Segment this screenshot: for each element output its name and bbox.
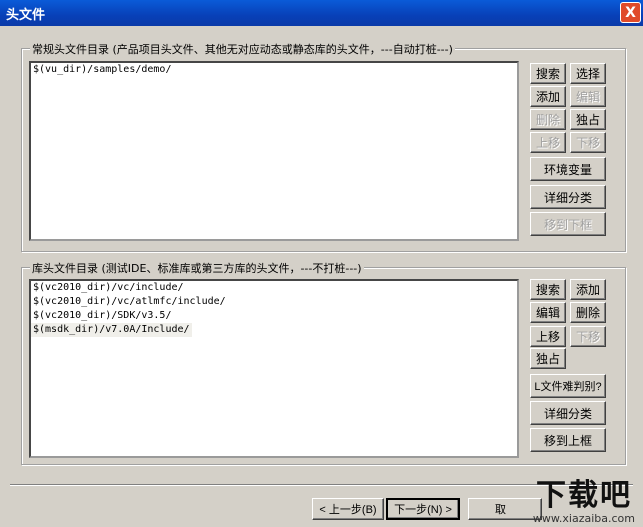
lib-edit-button[interactable]: 编辑 <box>530 302 566 323</box>
list-item[interactable]: $(vc2010_dir)/SDK/v3.5/ <box>31 309 517 323</box>
title-bar: 头文件 X <box>0 0 643 26</box>
edit-button[interactable]: 编辑 <box>570 86 606 107</box>
cancel-button[interactable]: 取 <box>468 498 542 520</box>
exclusive-button[interactable]: 独占 <box>570 109 606 130</box>
common-header-group-label: 常规头文件目录 (产品项目头文件、其他无对应动态或静态库的头文件，---自动打桩… <box>30 41 455 57</box>
move-down-button[interactable]: 下移 <box>570 132 606 153</box>
list-item[interactable]: $(vc2010_dir)/vc/include/ <box>31 281 517 295</box>
watermark: 下载吧 www.xiazaiba.com <box>532 478 635 526</box>
lib-add-button[interactable]: 添加 <box>570 279 606 300</box>
window-title: 头文件 <box>6 8 46 23</box>
lib-detail-class-button[interactable]: 详细分类 <box>530 401 606 425</box>
search-button[interactable]: 搜索 <box>530 63 566 84</box>
lib-search-button[interactable]: 搜索 <box>530 279 566 300</box>
move-to-lower-button[interactable]: 移到下框 <box>530 212 606 236</box>
move-up-button[interactable]: 上移 <box>530 132 566 153</box>
list-item[interactable]: $(vc2010_dir)/vc/atlmfc/include/ <box>31 295 517 309</box>
delete-button[interactable]: 删除 <box>530 109 566 130</box>
watermark-url: www.xiazaiba.com <box>532 512 635 525</box>
move-to-upper-button[interactable]: 移到上框 <box>530 428 606 452</box>
prev-step-button[interactable]: < 上一步(B) <box>312 498 384 520</box>
common-header-list[interactable]: $(vu_dir)/samples/demo/ <box>29 61 519 241</box>
select-button[interactable]: 选择 <box>570 63 606 84</box>
add-button[interactable]: 添加 <box>530 86 566 107</box>
lib-exclusive-button[interactable]: 独占 <box>530 348 566 369</box>
library-header-list[interactable]: $(vc2010_dir)/vc/include/ $(vc2010_dir)/… <box>29 279 519 458</box>
list-item[interactable]: $(msdk_dir)/v7.0A/Include/ <box>31 323 192 337</box>
detail-class-button[interactable]: 详细分类 <box>530 185 606 209</box>
lib-judge-button[interactable]: L文件难判别? <box>530 374 606 398</box>
list-item[interactable]: $(vu_dir)/samples/demo/ <box>31 63 517 77</box>
env-var-button[interactable]: 环境变量 <box>530 157 606 181</box>
lib-move-up-button[interactable]: 上移 <box>530 326 566 347</box>
lib-move-down-button[interactable]: 下移 <box>570 326 606 347</box>
lib-delete-button[interactable]: 删除 <box>570 302 606 323</box>
close-button[interactable]: X <box>620 2 641 23</box>
library-header-group-label: 库头文件目录 (测试IDE、标准库或第三方库的头文件，---不打桩---) <box>30 260 364 276</box>
watermark-brand: 下载吧 <box>535 478 632 513</box>
next-step-button[interactable]: 下一步(N) > <box>386 498 460 520</box>
